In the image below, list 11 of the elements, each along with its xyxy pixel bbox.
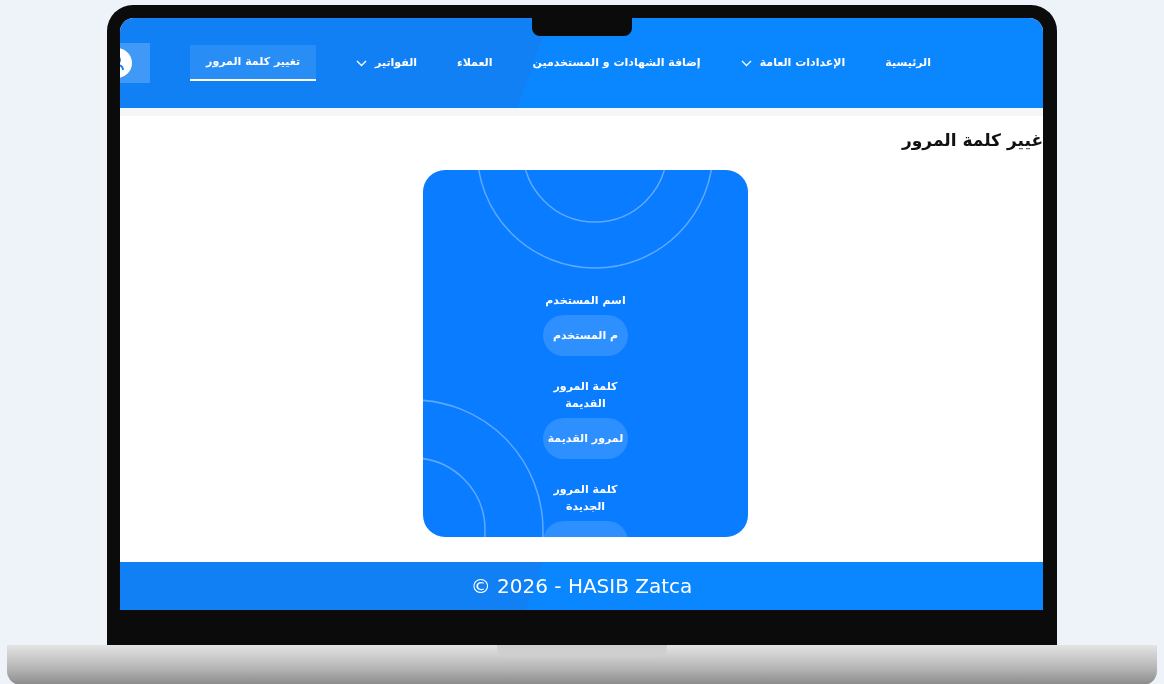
nav-link[interactable]: إضافة الشهادات و المستخدمين	[532, 45, 701, 81]
nav-link[interactable]: العملاء	[457, 45, 493, 81]
field-label: كلمة المرور القديمة	[552, 378, 619, 412]
nav-link[interactable]: تغيير كلمة المرور	[190, 45, 317, 81]
field-label: كلمة المرور الجديدة	[552, 481, 619, 515]
nav-link[interactable]: الفواتير	[356, 45, 418, 81]
field-label: اسم المستخدم	[544, 292, 627, 309]
nav-link[interactable]: الرئيسية	[885, 45, 931, 81]
nav-link[interactable]: الإعدادات العامة	[740, 45, 846, 81]
copyright-text: © 2026 - HASIB Zatca	[470, 573, 693, 600]
page-title: غيير كلمة المرور	[900, 129, 1043, 153]
